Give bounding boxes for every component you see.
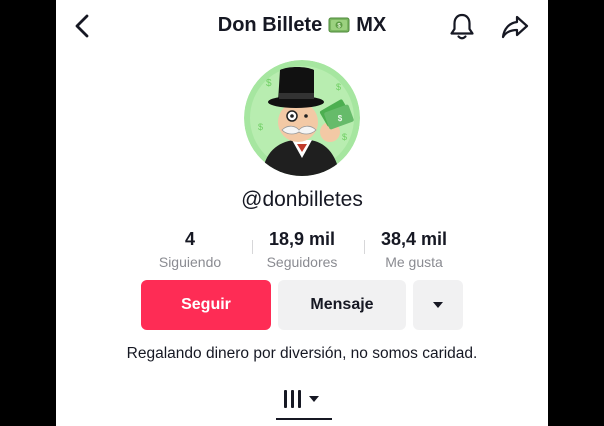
page-title: Don Billete $ MX xyxy=(156,14,448,40)
stat-likes[interactable]: 38,4 mil Me gusta xyxy=(366,228,462,272)
stat-following-value: 4 xyxy=(184,229,195,249)
stat-followers-label: Seguidores xyxy=(266,254,338,270)
tab-videos[interactable] xyxy=(276,384,332,418)
share-arrow-icon xyxy=(501,15,529,39)
avatar[interactable]: $ $ $ $ $ xyxy=(244,60,360,176)
svg-text:$: $ xyxy=(338,114,343,123)
stat-likes-label: Me gusta xyxy=(385,254,443,270)
bell-icon xyxy=(450,13,474,40)
notifications-button[interactable] xyxy=(448,12,476,42)
svg-text:$: $ xyxy=(266,78,272,89)
stat-following[interactable]: 4 Siguiendo xyxy=(142,228,238,272)
money-bag-emoji-icon: $ xyxy=(328,16,350,40)
more-options-button[interactable] xyxy=(413,280,463,330)
stat-followers[interactable]: 18,9 mil Seguidores xyxy=(254,228,350,272)
grid-videos-icon xyxy=(284,390,319,408)
svg-text:$: $ xyxy=(336,82,341,92)
stat-divider xyxy=(252,240,253,254)
svg-text:$: $ xyxy=(342,132,347,142)
stat-followers-value: 18,9 mil xyxy=(268,229,336,249)
stat-divider xyxy=(364,240,365,254)
stat-following-label: Siguiendo xyxy=(158,254,222,270)
profile-username: @donbilletes xyxy=(241,188,363,211)
active-tab-indicator xyxy=(276,418,332,420)
share-button[interactable] xyxy=(500,12,530,42)
back-button[interactable] xyxy=(70,12,96,40)
follow-button[interactable]: Seguir xyxy=(141,280,271,330)
profile-bio: Regalando dinero por diversión, no somos… xyxy=(126,345,478,362)
profile-stats: 4 Siguiendo 18,9 mil Seguidores 38,4 mil… xyxy=(142,228,462,276)
chevron-left-icon xyxy=(75,14,89,38)
stat-likes-value: 38,4 mil xyxy=(380,229,448,249)
profile-screen: Don Billete $ MX $ $ $ $ $ @donbilletes … xyxy=(56,0,548,426)
message-button[interactable]: Mensaje xyxy=(278,280,406,330)
top-bar: Don Billete $ MX xyxy=(56,0,548,52)
monopoly-man-with-money-avatar: $ $ $ $ $ xyxy=(244,60,360,176)
title-suffix: MX xyxy=(356,14,387,36)
title-name: Don Billete xyxy=(217,14,323,36)
caret-down-icon xyxy=(433,302,443,308)
svg-text:$: $ xyxy=(258,122,263,132)
